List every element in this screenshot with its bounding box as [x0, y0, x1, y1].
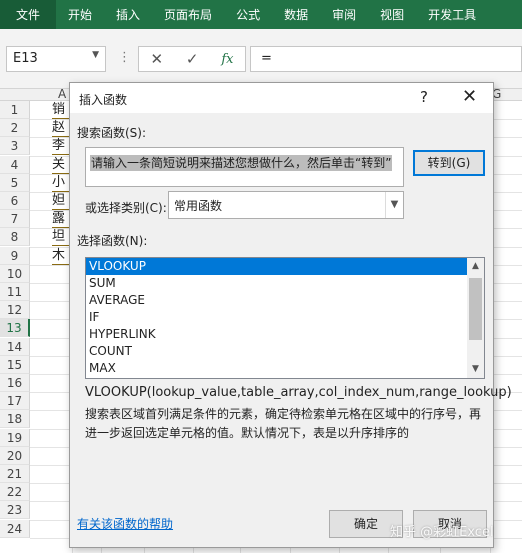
row-header[interactable]: 7: [0, 210, 30, 229]
chevron-down-icon[interactable]: ▼: [92, 50, 99, 60]
dialog-title: 插入函数: [79, 93, 128, 107]
close-icon[interactable]: ✕: [462, 86, 477, 107]
row-header[interactable]: 18: [0, 410, 30, 429]
tab-data[interactable]: 数据: [272, 0, 320, 29]
formula-buttons: ✕ ✓ fx: [138, 46, 246, 72]
category-select[interactable]: 常用函数 ▼: [168, 191, 404, 219]
formula-bar: E13 ▼ ⋮ ✕ ✓ fx =: [0, 29, 522, 89]
row-header[interactable]: 10: [0, 264, 30, 283]
scroll-down-icon[interactable]: ▼: [467, 361, 484, 378]
scroll-up-icon[interactable]: ▲: [467, 258, 484, 275]
row-header[interactable]: 21: [0, 465, 30, 483]
list-scrollbar[interactable]: ▲ ▼: [467, 258, 484, 378]
search-input-text: 请输入一条简短说明来描述您想做什么，然后单击“转到”: [90, 155, 393, 171]
cancel-icon[interactable]: ✕: [150, 50, 163, 68]
tab-home[interactable]: 开始: [56, 0, 104, 29]
function-description: 搜索表区域首列满足条件的元素，确定待检索单元格在区域中的行序号，再进一步返回选定…: [85, 407, 482, 440]
row-header[interactable]: 13: [0, 319, 30, 338]
scroll-thumb[interactable]: [469, 278, 482, 340]
tab-developer[interactable]: 开发工具: [416, 0, 488, 29]
row-header[interactable]: 20: [0, 446, 30, 465]
row-header[interactable]: 12: [0, 301, 30, 320]
function-list-label: 选择函数(N):: [77, 234, 148, 248]
list-item[interactable]: IF: [86, 309, 468, 326]
column-header-a[interactable]: A: [58, 87, 66, 101]
list-item[interactable]: MAX: [86, 360, 468, 377]
insert-function-icon[interactable]: fx: [221, 52, 233, 67]
tab-view[interactable]: 视图: [368, 0, 416, 29]
search-label: 搜索函数(S):: [77, 126, 147, 140]
row-header[interactable]: 24: [0, 519, 30, 538]
tab-review[interactable]: 审阅: [320, 0, 368, 29]
list-item[interactable]: VLOOKUP: [86, 258, 468, 275]
enter-check-icon[interactable]: ✓: [186, 50, 199, 68]
chevron-down-icon[interactable]: ▼: [385, 192, 403, 218]
row-header[interactable]: 22: [0, 483, 30, 502]
row-header[interactable]: 6: [0, 192, 30, 210]
row-header[interactable]: 2: [0, 119, 30, 138]
row-header[interactable]: 23: [0, 501, 30, 520]
row-header[interactable]: 4: [0, 155, 30, 174]
category-value: 常用函数: [174, 199, 223, 213]
function-signature: VLOOKUP(lookup_value,table_array,col_ind…: [85, 385, 512, 400]
search-input[interactable]: 请输入一条简短说明来描述您想做什么，然后单击“转到”: [85, 147, 404, 187]
function-help-link[interactable]: 有关该函数的帮助: [77, 515, 173, 532]
dialog-titlebar: 插入函数 ? ✕: [70, 83, 493, 113]
row-header[interactable]: 14: [0, 337, 30, 356]
tab-insert[interactable]: 插入: [104, 0, 152, 29]
row-header[interactable]: 1: [0, 101, 30, 119]
list-item[interactable]: COUNT: [86, 343, 468, 360]
tab-file[interactable]: 文件: [0, 0, 57, 29]
formula-input[interactable]: =: [250, 46, 522, 72]
help-icon[interactable]: ?: [420, 88, 428, 106]
tab-formulas[interactable]: 公式: [224, 0, 272, 29]
list-item[interactable]: HYPERLINK: [86, 326, 468, 343]
go-button[interactable]: 转到(G): [413, 150, 485, 176]
name-box[interactable]: E13 ▼: [6, 46, 106, 72]
row-header[interactable]: 5: [0, 173, 30, 192]
row-header[interactable]: 9: [0, 246, 30, 265]
row-header[interactable]: 3: [0, 137, 30, 156]
category-label: 或选择类别(C):: [85, 201, 167, 215]
row-header[interactable]: 8: [0, 228, 30, 247]
list-item[interactable]: SUM: [86, 275, 468, 292]
row-header[interactable]: 19: [0, 428, 30, 447]
row-header[interactable]: 17: [0, 392, 30, 411]
formula-bar-grip[interactable]: ⋮: [118, 50, 131, 65]
row-header[interactable]: 15: [0, 355, 30, 374]
ribbon-tabs: 文件 开始 插入 页面布局 公式 数据 审阅 视图 开发工具: [0, 0, 522, 29]
watermark: 知乎 @彩虹Excel: [390, 525, 494, 540]
list-item[interactable]: AVERAGE: [86, 292, 468, 309]
tab-page-layout[interactable]: 页面布局: [152, 0, 224, 29]
insert-function-dialog: 插入函数 ? ✕ 搜索函数(S): 请输入一条简短说明来描述您想做什么，然后单击…: [69, 82, 512, 548]
name-box-value: E13: [13, 51, 38, 66]
function-listbox[interactable]: VLOOKUP SUM AVERAGE IF HYPERLINK COUNT M…: [85, 257, 485, 379]
row-header[interactable]: 16: [0, 374, 30, 392]
row-header[interactable]: 11: [0, 283, 30, 301]
